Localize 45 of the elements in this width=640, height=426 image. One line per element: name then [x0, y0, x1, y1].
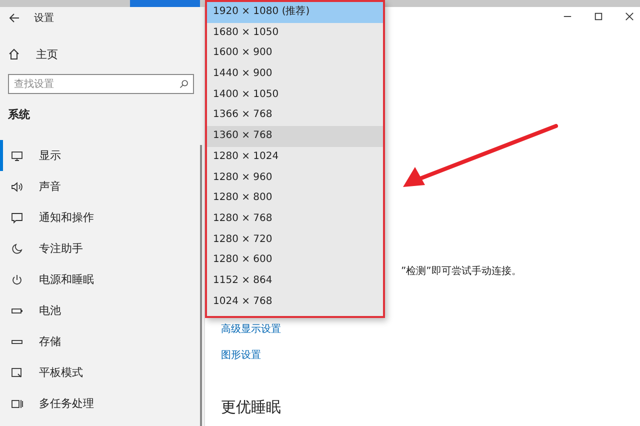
sidebar-item[interactable]: 专注助手 — [0, 233, 150, 264]
multitask-icon — [11, 398, 23, 410]
settings-link[interactable]: 高级显示设置 — [221, 322, 281, 336]
scrollbar[interactable] — [200, 145, 202, 426]
home-link[interactable]: 主页 — [0, 44, 68, 64]
sidebar-item[interactable]: 存储 — [0, 326, 150, 357]
search-icon — [179, 79, 189, 89]
resolution-option[interactable]: 1152 × 864 — [207, 270, 383, 292]
sidebar-item[interactable]: 电源和睡眠 — [0, 264, 150, 295]
tablet-icon — [11, 366, 23, 378]
sidebar-item[interactable]: 显示 — [0, 140, 150, 171]
section-heading: 更优睡眠 — [221, 398, 282, 417]
resolution-option[interactable]: 1280 × 720 — [207, 230, 383, 250]
sidebar-item[interactable]: 电池 — [0, 295, 150, 326]
sidebar-item[interactable]: 通知和操作 — [0, 202, 150, 233]
speaker-icon — [11, 180, 23, 192]
resolution-option[interactable]: 1920 × 1080 (推荐) — [207, 2, 383, 23]
detect-hint-text: ”检测”即可尝试手动连接。 — [401, 264, 522, 278]
power-icon — [11, 274, 23, 286]
sidebar-item[interactable]: 多任务处理 — [0, 388, 150, 419]
resolution-option[interactable]: 1280 × 768 — [207, 208, 383, 230]
resolution-option[interactable]: 1600 × 900 — [207, 43, 383, 64]
resolution-option[interactable]: 1360 × 768 — [207, 126, 383, 147]
sidebar-item[interactable]: 平板模式 — [0, 357, 150, 388]
settings-link[interactable]: 图形设置 — [221, 348, 261, 362]
window-title: 设置 — [34, 12, 54, 25]
sidebar-item[interactable]: 声音 — [0, 171, 150, 202]
moon-icon — [11, 242, 23, 254]
home-icon — [8, 48, 20, 60]
resolution-option[interactable]: 1280 × 960 — [207, 168, 383, 188]
resolution-option[interactable]: 1280 × 1024 — [207, 146, 383, 168]
message-icon — [11, 212, 23, 224]
resolution-option[interactable]: 1366 × 768 — [207, 105, 383, 126]
close-icon[interactable] — [625, 12, 634, 21]
resolution-option[interactable]: 1680 × 1050 — [207, 22, 383, 44]
back-icon[interactable] — [8, 12, 20, 24]
resolution-option[interactable]: 1024 × 768 — [207, 292, 383, 312]
monitor-icon — [11, 150, 23, 162]
resolution-option[interactable]: 1400 × 1050 — [207, 84, 383, 106]
resolution-option[interactable]: 1440 × 900 — [207, 64, 383, 85]
maximize-icon[interactable] — [594, 12, 603, 21]
section-heading: 系统 — [8, 107, 30, 122]
resolution-option[interactable]: 1280 × 600 — [207, 250, 383, 271]
search-field[interactable]: 查找设置 — [8, 74, 194, 94]
resolution-option[interactable]: 1280 × 800 — [207, 188, 383, 209]
